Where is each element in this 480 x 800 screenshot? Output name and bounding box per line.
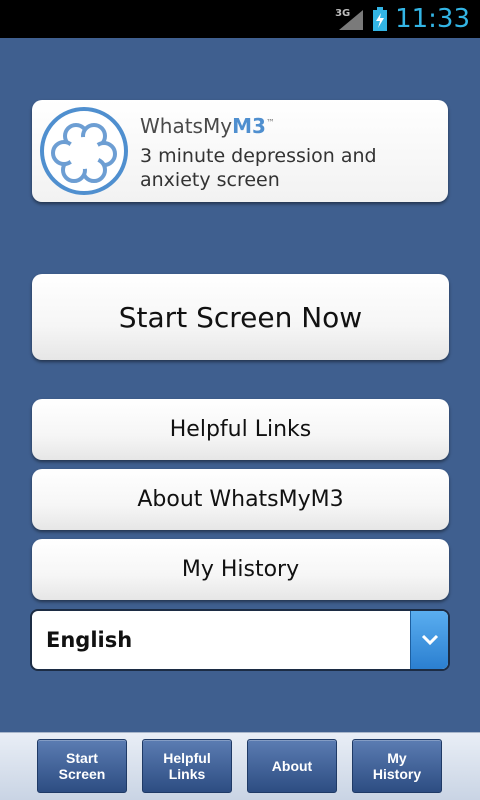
language-select[interactable]: English: [30, 609, 450, 671]
my-history-button-label: My History: [181, 557, 300, 582]
tab-start-screen[interactable]: Start Screen: [37, 739, 127, 793]
brand-prefix: WhatsMy: [140, 114, 233, 138]
clock: 11:33: [395, 4, 470, 34]
helpful-links-button[interactable]: Helpful Links: [32, 399, 449, 460]
my-history-button[interactable]: My History: [32, 539, 449, 600]
tab-about[interactable]: About: [247, 739, 337, 793]
bottom-tab-bar: Start Screen Helpful Links About My Hist…: [0, 732, 480, 800]
helpful-links-button-label: Helpful Links: [169, 417, 312, 442]
battery-charging-icon: [373, 7, 388, 31]
brand-suffix: M3: [232, 114, 266, 138]
chevron-down-icon[interactable]: [410, 611, 448, 669]
tab-helpful-links-label: Helpful Links: [163, 750, 211, 782]
status-bar: 3G 11:33: [0, 0, 480, 38]
start-screen-button[interactable]: Start Screen Now: [32, 274, 449, 360]
language-select-value: English: [46, 628, 133, 652]
tab-my-history-label: My History: [372, 750, 422, 782]
tab-start-screen-label: Start Screen: [58, 750, 106, 782]
signal-icon: 3G: [335, 6, 365, 32]
trademark-symbol: ™: [265, 118, 275, 129]
main-content: WhatsMyM3™ 3 minute depression and anxie…: [0, 38, 480, 732]
tab-helpful-links[interactable]: Helpful Links: [142, 739, 232, 793]
about-button-label: About WhatsMyM3: [137, 487, 344, 512]
tab-my-history[interactable]: My History: [352, 739, 442, 793]
brand-name: WhatsMyM3™: [140, 114, 275, 138]
app-tagline: 3 minute depression and anxiety screen: [140, 145, 377, 191]
about-button[interactable]: About WhatsMyM3: [32, 469, 449, 530]
tab-about-label: About: [271, 758, 313, 774]
app-logo-card: WhatsMyM3™ 3 minute depression and anxie…: [32, 100, 448, 202]
m3-logo-icon: [38, 106, 130, 196]
start-screen-button-label: Start Screen Now: [118, 300, 363, 334]
